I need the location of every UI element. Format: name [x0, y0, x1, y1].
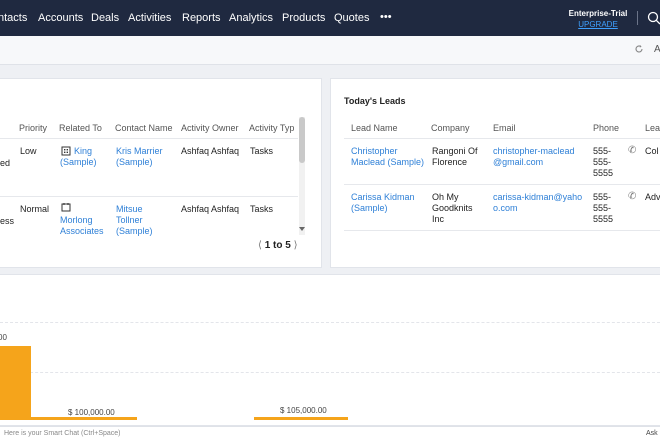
status-cell: ed	[0, 158, 11, 168]
upgrade-link[interactable]: UPGRADE	[560, 19, 636, 30]
nav-reports[interactable]: Reports	[182, 12, 221, 24]
phone-icon[interactable]: ✆	[628, 145, 636, 156]
phone-cell: 555-555-5555	[593, 192, 614, 224]
col-contact-name[interactable]: Contact Name	[115, 123, 173, 133]
bar-chart	[0, 346, 348, 420]
nav-contacts[interactable]: ntacts	[0, 12, 27, 24]
col-activity-type[interactable]: Activity Typ	[249, 123, 298, 133]
nav-activities[interactable]: Activities	[128, 12, 171, 24]
dashboard-toolbar: A	[0, 36, 660, 65]
email-link[interactable]: christopher-maclead@gmail.com	[493, 146, 583, 168]
phone-cell: 555-555-5555	[593, 146, 614, 178]
nav-quotes[interactable]: Quotes	[334, 12, 369, 24]
col-email[interactable]: Email	[493, 123, 516, 133]
owner-cell: Ashfaq Ashfaq	[181, 146, 240, 156]
status-cell: ess	[0, 216, 15, 226]
company-cell: Rangoni Of Florence	[432, 146, 478, 167]
col-phone[interactable]: Phone	[593, 123, 619, 133]
priority-cell: Low	[20, 146, 37, 156]
table-divider	[0, 138, 298, 139]
owner-cell: Ashfaq Ashfaq	[181, 204, 240, 214]
enterprise-trial-badge: Enterprise-Trial UPGRADE	[560, 8, 636, 30]
scrollbar-thumb[interactable]	[299, 117, 305, 163]
col-related-to[interactable]: Related To	[59, 123, 102, 133]
ask-button[interactable]: Ask	[646, 430, 658, 437]
priority-cell: Normal	[20, 204, 50, 214]
chart-bar[interactable]	[0, 346, 31, 420]
page-range: 1 to 5	[264, 240, 291, 251]
contact-link[interactable]: Kris Marrier (Sample)	[116, 146, 174, 168]
lead-source-cell: Adv	[645, 192, 660, 202]
company-cell: Oh My Goodknits Inc	[432, 192, 473, 224]
nav-analytics[interactable]: Analytics	[229, 12, 273, 24]
contact-link[interactable]: Mitsue Tollner (Sample)	[116, 204, 166, 237]
table-divider	[344, 138, 660, 139]
toolbar-menu-letter[interactable]: A	[654, 44, 660, 55]
col-activity-owner[interactable]: Activity Owner	[181, 123, 239, 133]
row-divider	[344, 230, 660, 231]
scroll-down-icon[interactable]	[299, 226, 305, 232]
next-page-icon[interactable]: ⟩	[294, 240, 298, 251]
col-company[interactable]: Company	[431, 123, 470, 133]
bar-data-label: $ 100,000.00	[68, 408, 115, 417]
trial-label: Enterprise-Trial	[568, 9, 628, 18]
lead-name-link[interactable]: Christopher Maclead (Sample)	[351, 146, 429, 168]
type-cell: Tasks	[250, 204, 274, 214]
nav-more-icon[interactable]: •••	[380, 11, 392, 23]
card-title: Today's Leads	[344, 96, 406, 106]
row-divider	[0, 196, 298, 197]
col-priority[interactable]: Priority	[19, 123, 47, 133]
task-icon	[61, 203, 71, 212]
smart-chat-bar: Here is your Smart Chat (Ctrl+Space) Ask	[0, 426, 660, 440]
lead-source-cell: Col	[645, 146, 659, 156]
related-to-link[interactable]: King (Sample)	[60, 146, 102, 168]
related-to-link[interactable]: Morlong Associates	[60, 215, 110, 237]
previous-page-icon[interactable]: ⟨	[258, 240, 262, 251]
chart-bar[interactable]	[254, 417, 348, 420]
search-icon[interactable]	[647, 11, 660, 25]
row-divider	[344, 184, 660, 185]
col-lead-source[interactable]: Lea	[645, 123, 660, 133]
bar-data-label: $ 105,000.00	[280, 406, 327, 415]
bar-data-label: 00	[0, 333, 7, 342]
lead-name-link[interactable]: Carissa Kidman (Sample)	[351, 192, 423, 214]
top-navigation-bar: ntacts Accounts Deals Activities Reports…	[0, 0, 660, 36]
refresh-icon[interactable]	[634, 44, 644, 54]
table-scrollbar[interactable]	[299, 117, 305, 235]
nav-products[interactable]: Products	[282, 12, 325, 24]
nav-accounts[interactable]: Accounts	[38, 12, 83, 24]
col-lead-name[interactable]: Lead Name	[351, 123, 398, 133]
phone-icon[interactable]: ✆	[628, 191, 636, 202]
email-link[interactable]: carissa-kidman@yahoo.com	[493, 192, 583, 214]
nav-deals[interactable]: Deals	[91, 12, 119, 24]
chart-bar[interactable]	[31, 417, 137, 420]
pagination: ⟨ 1 to 5 ⟩	[258, 240, 298, 251]
nav-divider	[637, 11, 638, 25]
smart-chat-input[interactable]: Here is your Smart Chat (Ctrl+Space)	[4, 430, 121, 437]
type-cell: Tasks	[250, 146, 274, 156]
